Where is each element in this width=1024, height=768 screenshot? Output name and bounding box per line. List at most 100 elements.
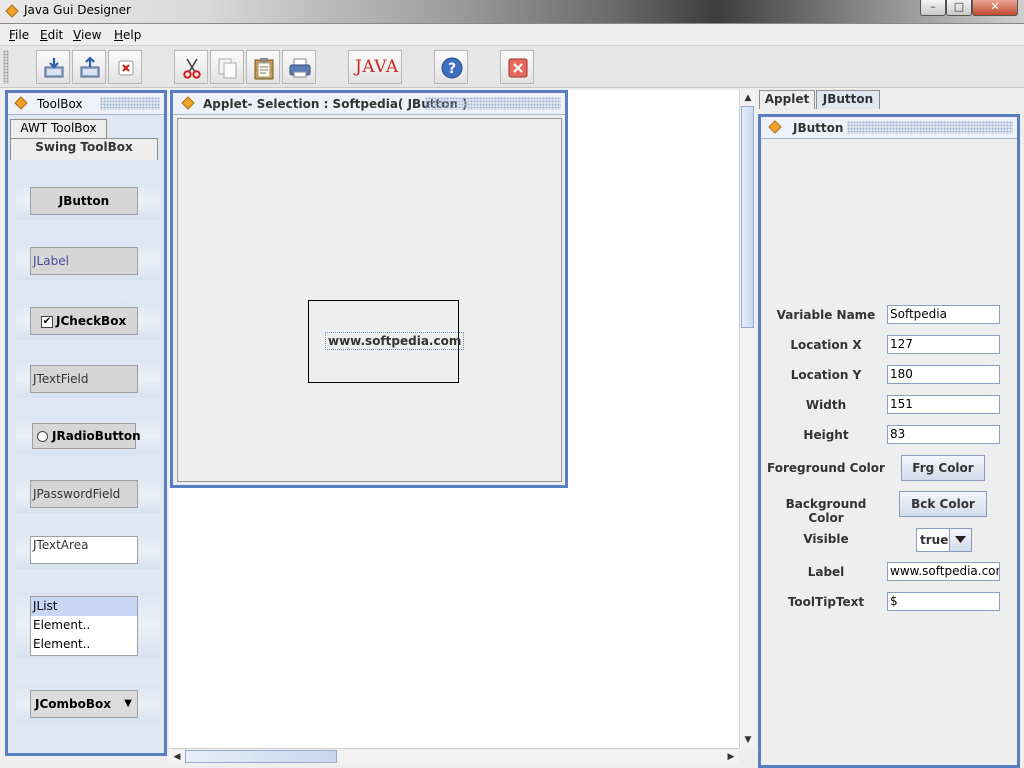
window-title: Java Gui Designer xyxy=(24,3,131,17)
horizontal-scroll-thumb[interactable] xyxy=(185,750,337,763)
toolbox-icon xyxy=(14,96,28,110)
tab-applet[interactable]: Applet xyxy=(759,90,815,109)
jcombobox-label: JComboBox xyxy=(35,697,111,711)
toolbox-item-jlist[interactable]: JList Element.. Element.. xyxy=(16,591,160,659)
label-variable-name: Variable Name xyxy=(776,308,876,322)
label-visible: Visible xyxy=(803,532,849,546)
applet-icon xyxy=(181,96,195,110)
toolbox-item-jtextarea[interactable]: JTextArea xyxy=(16,531,160,569)
close-file-button[interactable] xyxy=(108,50,142,84)
paste-button[interactable] xyxy=(246,50,280,84)
cut-icon xyxy=(183,58,201,79)
properties-title: JButton xyxy=(793,121,844,135)
selected-jbutton-label: www.softpedia.com xyxy=(325,332,465,350)
tab-swing-toolbox[interactable]: Swing ToolBox xyxy=(10,138,158,160)
jcombobox-sample: JComboBox ▼ xyxy=(30,690,138,718)
properties-header: JButton xyxy=(761,117,1017,139)
width-field[interactable]: 151 xyxy=(887,395,1000,414)
app-icon xyxy=(5,4,19,18)
toolbox-item-jbutton[interactable]: JButton xyxy=(16,182,160,220)
paste-icon xyxy=(254,58,274,80)
chevron-down-icon: ▼ xyxy=(124,698,132,709)
toolbox-item-jlabel[interactable]: JLabel xyxy=(16,242,160,280)
menu-help[interactable]: Help xyxy=(114,28,141,42)
close-file-icon xyxy=(118,60,134,76)
location-y-field[interactable]: 180 xyxy=(887,365,1000,384)
cut-button[interactable] xyxy=(174,50,208,84)
jtextarea-sample: JTextArea xyxy=(30,536,138,564)
chevron-down-icon xyxy=(955,536,966,543)
visible-select[interactable]: true xyxy=(916,528,972,552)
help-button[interactable]: ? xyxy=(434,50,468,84)
svg-text:?: ? xyxy=(448,61,456,77)
visible-dropdown-button[interactable] xyxy=(949,529,971,551)
label-field[interactable]: www.softpedia.com xyxy=(887,562,1000,581)
toolbox-header-grip xyxy=(100,97,160,110)
applet-canvas[interactable]: www.softpedia.com xyxy=(177,118,562,482)
java-icon: JAVA xyxy=(355,57,399,77)
save-icon xyxy=(80,56,100,78)
label-tooltip: ToolTipText xyxy=(787,595,865,609)
toolbox-item-jcheckbox[interactable]: ✔ JCheckBox xyxy=(16,302,160,340)
scroll-up-icon[interactable]: ▲ xyxy=(740,90,756,106)
scroll-left-icon[interactable]: ◀ xyxy=(169,749,185,765)
horizontal-scrollbar[interactable]: ◀ ▶ xyxy=(169,748,739,764)
selected-jbutton[interactable]: www.softpedia.com xyxy=(308,300,465,383)
scroll-down-icon[interactable]: ▼ xyxy=(740,732,756,748)
toolbox-item-jcombobox[interactable]: JComboBox ▼ xyxy=(16,685,160,723)
tab-jbutton[interactable]: JButton xyxy=(816,90,880,109)
applet-header-grip xyxy=(425,97,561,110)
applet-frame: Applet- Selection : Softpedia( JButton )… xyxy=(170,90,568,488)
label-width: Width xyxy=(805,398,847,412)
menu-view[interactable]: View xyxy=(73,28,101,42)
help-icon: ? xyxy=(441,57,463,79)
jpasswordfield-sample: JPasswordField xyxy=(30,480,138,508)
toolbox-item-jradiobutton[interactable]: JRadioButton xyxy=(16,417,160,455)
toolbox-item-jpasswordfield[interactable]: JPasswordField xyxy=(16,475,160,513)
close-window-button[interactable]: ✕ xyxy=(972,0,1018,16)
jbutton-sample: JButton xyxy=(30,187,138,215)
java-button[interactable]: JAVA xyxy=(348,50,402,84)
load-button[interactable] xyxy=(36,50,70,84)
label-foreground-color: Foreground Color xyxy=(767,461,885,475)
background-color-button[interactable]: Bck Color xyxy=(899,491,987,517)
visible-select-value: true xyxy=(920,533,949,547)
jradiobutton-label: JRadioButton xyxy=(52,429,141,443)
label-location-x: Location X xyxy=(790,338,862,352)
toolbar: JAVA ? xyxy=(0,46,1024,88)
exit-icon xyxy=(508,58,528,78)
copy-button[interactable] xyxy=(210,50,244,84)
jcheckbox-label: JCheckBox xyxy=(56,314,127,328)
scroll-right-icon[interactable]: ▶ xyxy=(723,749,739,765)
menu-bar: File Edit View Help xyxy=(0,24,1024,46)
vertical-scrollbar[interactable]: ▲ ▼ xyxy=(739,90,755,748)
vertical-scroll-thumb[interactable] xyxy=(741,106,754,328)
exit-button[interactable] xyxy=(500,50,534,84)
print-icon xyxy=(289,58,311,78)
variable-name-field[interactable]: Softpedia xyxy=(887,305,1000,324)
checkbox-checked-icon: ✔ xyxy=(41,316,53,328)
save-button[interactable] xyxy=(72,50,106,84)
tab-awt-toolbox[interactable]: AWT ToolBox xyxy=(10,119,107,138)
location-x-field[interactable]: 127 xyxy=(887,335,1000,354)
tooltip-field[interactable]: $ xyxy=(887,592,1000,611)
jbutton-icon xyxy=(768,120,782,134)
toolbox-title: ToolBox xyxy=(37,97,83,111)
minimize-button[interactable]: – xyxy=(920,0,946,16)
toolbar-grip[interactable] xyxy=(3,50,9,84)
load-icon xyxy=(44,58,64,78)
menu-edit[interactable]: Edit xyxy=(40,28,63,42)
print-button[interactable] xyxy=(282,50,316,84)
toolbox-panel: ToolBox AWT ToolBox Swing ToolBox JButto… xyxy=(5,90,167,756)
window-titlebar: Java Gui Designer – □ ✕ xyxy=(0,0,1024,24)
jradiobutton-sample: JRadioButton xyxy=(32,423,141,449)
jlist-sample: JList Element.. Element.. xyxy=(30,596,138,656)
toolbox-item-jtextfield[interactable]: JTextField xyxy=(16,360,160,398)
menu-file[interactable]: File xyxy=(9,28,29,42)
label-label: Label xyxy=(807,565,845,579)
foreground-color-button[interactable]: Frg Color xyxy=(901,455,985,481)
copy-icon xyxy=(218,58,237,79)
maximize-button[interactable]: □ xyxy=(946,0,972,16)
height-field[interactable]: 83 xyxy=(887,425,1000,444)
toolbox-header: ToolBox xyxy=(8,93,164,115)
